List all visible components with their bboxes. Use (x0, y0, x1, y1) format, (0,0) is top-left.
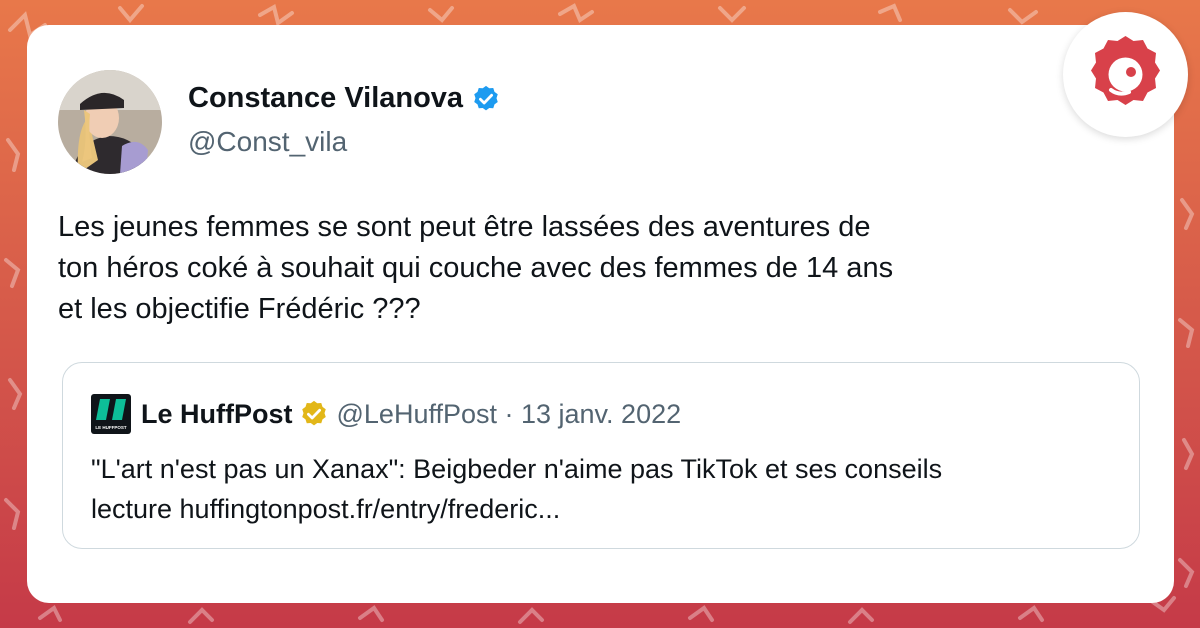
brand-logo-icon (1091, 36, 1160, 105)
quoted-author-name[interactable]: Le HuffPost (141, 399, 293, 430)
author-handle[interactable]: @Const_vila (188, 126, 347, 158)
gold-verified-badge-icon (301, 400, 326, 426)
verified-badge-icon (474, 85, 498, 110)
quoted-text-line[interactable]: lecture huffingtonpost.fr/entry/frederic… (91, 489, 1131, 529)
author-name[interactable]: Constance Vilanova (188, 82, 501, 115)
tweet-text-line: et les objectifie Frédéric ??? (58, 293, 421, 325)
huffpost-logo-text: LE HUFFPOST (95, 425, 127, 430)
author-name-text: Constance Vilanova (188, 82, 464, 114)
quoted-tweet-header: LE HUFFPOST Le HuffPost @LeHuffPost · 13… (91, 393, 681, 435)
quoted-tweet[interactable]: LE HUFFPOST Le HuffPost @LeHuffPost · 13… (62, 362, 1140, 549)
tweet-text: Les jeunes femmes se sont peut être lass… (58, 207, 1118, 330)
avatar-photo-icon (58, 70, 162, 174)
quoted-meta: @LeHuffPost · 13 janv. 2022 (336, 398, 682, 429)
huffpost-logo-icon: LE HUFFPOST (91, 394, 131, 434)
tweet-text-line: Les jeunes femmes se sont peut être lass… (58, 211, 871, 243)
tweet-text-line: ton héros coké à souhait qui couche avec… (58, 252, 894, 284)
avatar[interactable] (58, 70, 162, 174)
quoted-text-line: "L'art n'est pas un Xanax": Beigbeder n'… (91, 454, 943, 484)
brand-badge (1063, 12, 1188, 137)
quoted-tweet-text: "L'art n'est pas un Xanax": Beigbeder n'… (91, 449, 1131, 529)
